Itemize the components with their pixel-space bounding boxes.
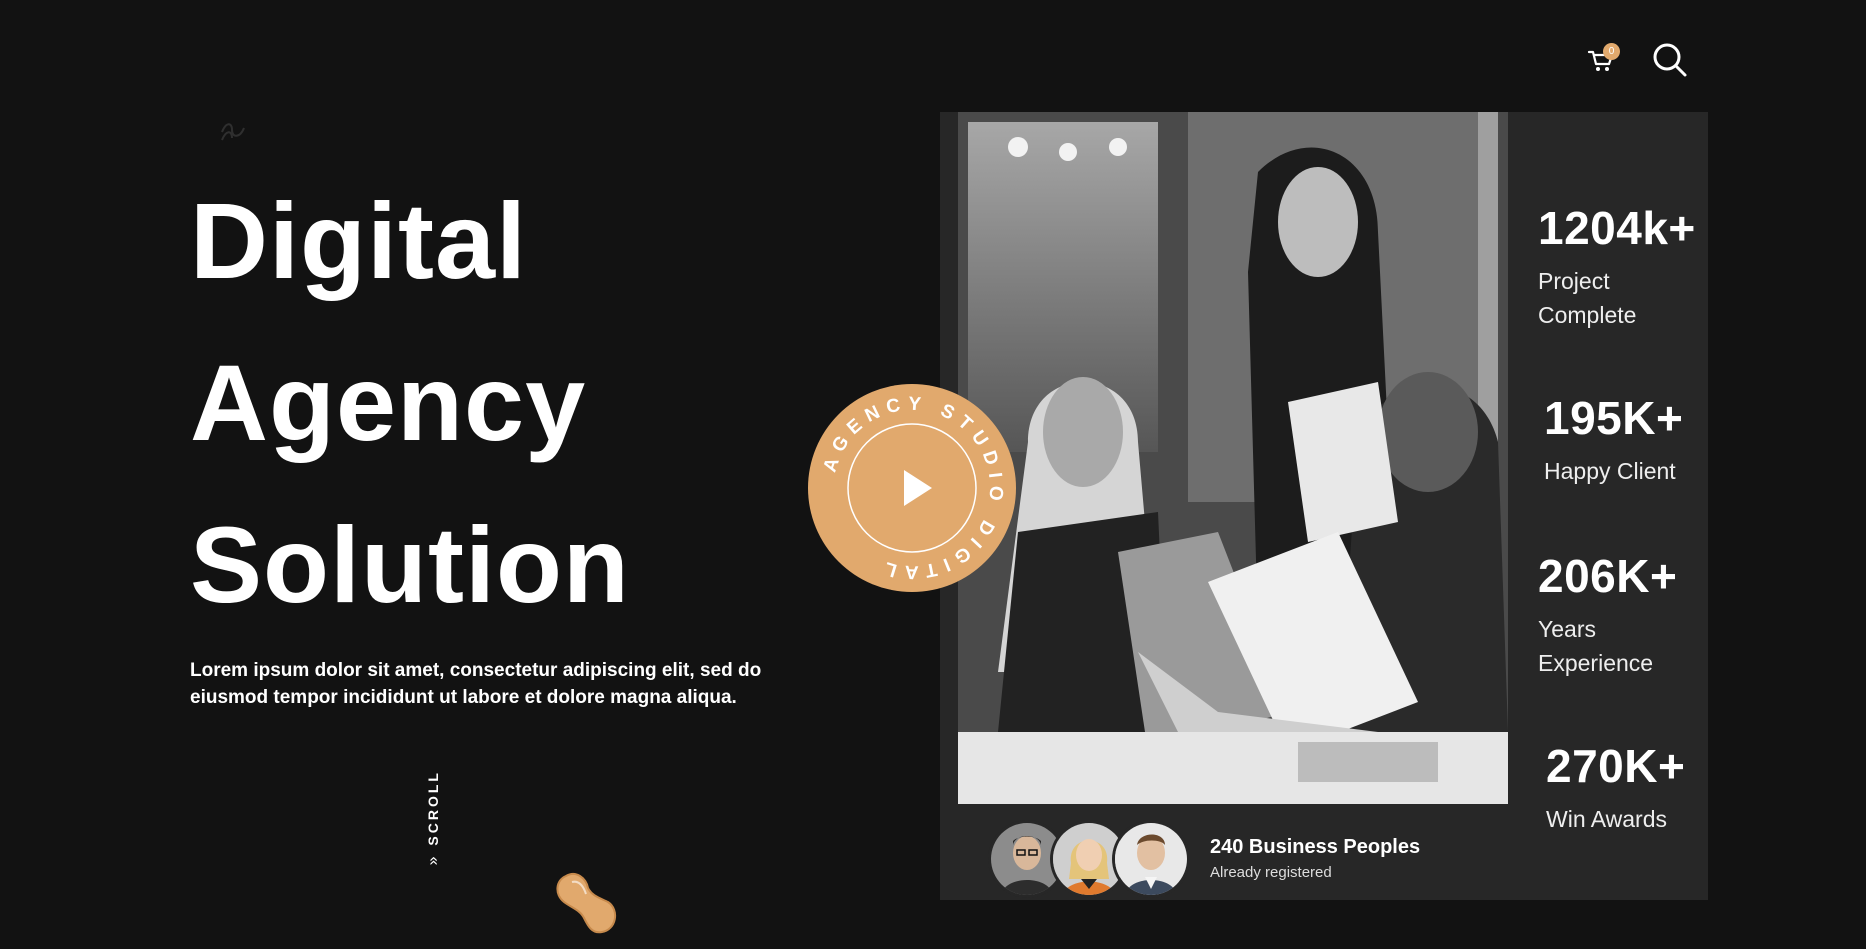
header-actions: 0 — [1586, 40, 1690, 80]
cart-button[interactable]: 0 — [1586, 43, 1620, 75]
hero-title-line-2: Agency — [190, 342, 587, 463]
play-video-badge[interactable]: AGENCY STUDIO DIGITAL — [808, 384, 1016, 592]
decorative-squiggle-icon — [221, 123, 245, 141]
hero-media-panel: 1204k+ Project Complete 195K+ Happy Clie… — [940, 112, 1708, 900]
people-count-title: 240 Business Peoples — [1210, 836, 1421, 858]
scroll-label: SCROLL — [425, 770, 441, 846]
search-icon — [1653, 43, 1687, 77]
hero-description: Lorem ipsum dolor sit amet, consectetur … — [190, 657, 780, 711]
stat-awards: 270K+ Win Awards — [1546, 740, 1685, 836]
stat-label: Project Complete — [1538, 264, 1696, 332]
registered-people: 240 Business Peoples Already registered — [988, 820, 1420, 898]
stat-label-line-1: Project — [1538, 268, 1610, 294]
people-info: 240 Business Peoples Already registered — [1210, 834, 1420, 884]
stat-value: 206K+ — [1538, 550, 1678, 602]
decorative-blob-icon — [556, 872, 617, 934]
stat-value: 1204k+ — [1538, 202, 1696, 254]
stat-label-line-1: Years — [1538, 616, 1596, 642]
stat-label-line-2: Experience — [1538, 650, 1654, 676]
search-button[interactable] — [1650, 40, 1690, 80]
stat-label-line-2: Complete — [1538, 302, 1637, 328]
stat-experience: 206K+ Years Experience — [1538, 550, 1677, 680]
scroll-indicator[interactable]: SCROLL « — [420, 770, 446, 870]
avatar — [1112, 820, 1190, 898]
avatar-group — [988, 820, 1190, 898]
stat-label: Win Awards — [1546, 806, 1668, 832]
hero-title: Digital Agency Solution — [190, 160, 630, 646]
hero-title-line-3: Solution — [190, 504, 630, 625]
stat-value: 195K+ — [1544, 392, 1684, 444]
hero-title-line-1: Digital — [190, 180, 528, 301]
hero-description-line-2: eiusmod tempor incididunt ut labore et d… — [190, 687, 737, 708]
cart-count-badge: 0 — [1603, 43, 1620, 60]
stat-label: Happy Client — [1544, 458, 1676, 484]
play-icon — [904, 470, 932, 506]
people-subtitle: Already registered — [1210, 864, 1332, 881]
stat-clients: 195K+ Happy Client — [1544, 392, 1683, 488]
stat-projects: 1204k+ Project Complete — [1538, 202, 1696, 332]
hero-description-line-1: Lorem ipsum dolor sit amet, consectetur … — [190, 660, 762, 681]
team-photo — [958, 112, 1508, 804]
stat-label: Years Experience — [1538, 612, 1677, 680]
double-chevron-down-icon: « — [425, 856, 442, 866]
stat-value: 270K+ — [1546, 740, 1686, 792]
